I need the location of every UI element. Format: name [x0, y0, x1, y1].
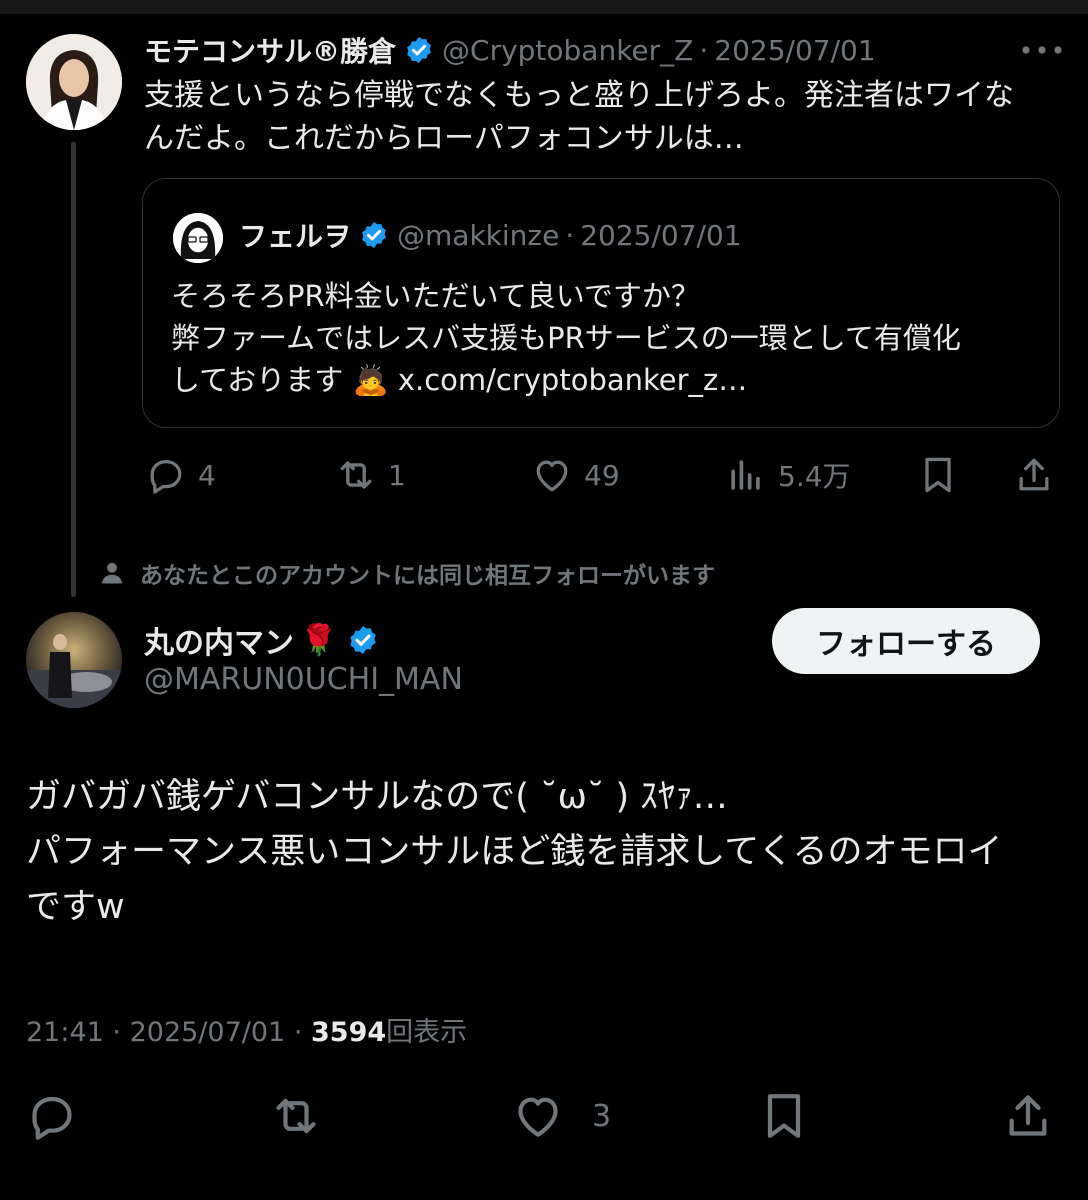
retweet-count: 1 [388, 458, 406, 492]
separator-dot: · [565, 218, 575, 252]
person-icon [102, 562, 122, 584]
main-text-line: パフォーマンス悪いコンサルほど銭を請求してくるのオモロイ [26, 832, 1003, 872]
heart-icon [518, 1097, 558, 1137]
parent-action-bar: 4 1 49 5.4万 [144, 450, 1064, 500]
separator-dot: · [699, 33, 709, 67]
quote-link[interactable]: x.com/cryptobanker_z… [398, 363, 747, 397]
mutual-follow-context: あなたとこのアカウントには同じ相互フォローがいます [98, 556, 715, 590]
follow-button[interactable]: フォローする [772, 608, 1040, 674]
reply-icon [32, 1096, 72, 1140]
parent-date[interactable]: 2025/07/01 [714, 34, 875, 67]
views-button[interactable]: 5.4万 [724, 450, 851, 500]
tweet-view-count: 3594 [311, 1017, 387, 1048]
like-count: 49 [584, 458, 620, 492]
tweet-view-label: 回表示 [386, 1017, 468, 1048]
main-avatar[interactable] [26, 612, 122, 708]
bowing-emoji: 🙇 [352, 363, 389, 397]
parent-text-line: 支援というなら停戦でなくもっと盛り上げろよ。発注者はワイな [144, 78, 1014, 113]
main-tweet-text: ガバガバ銭ゲバコンサルなので( ˘ω˘ ) ｽﾔｧ… パフォーマンス悪いコンサル… [26, 770, 1066, 935]
retweet-icon [276, 1098, 316, 1134]
verified-badge-icon [362, 221, 386, 249]
retweet-icon [340, 461, 372, 489]
verified-badge-icon [407, 36, 431, 64]
parent-header: モテコンサル®勝倉 @Cryptobanker_Z · 2025/07/01 [144, 30, 876, 70]
parent-handle[interactable]: @Cryptobanker_Z [442, 34, 693, 67]
quote-text-line: そろそろPR料金いただいて良いですか？ [171, 279, 700, 313]
quote-text-line: 弊ファームではレスバ支援もPRサービスの一環として有償化 [171, 321, 961, 355]
main-display-name[interactable]: 丸の内マン [144, 618, 294, 662]
quote-handle: @makkinze [397, 218, 560, 252]
quote-avatar [173, 213, 223, 263]
parent-avatar[interactable] [26, 34, 122, 130]
bookmark-button[interactable] [916, 450, 970, 500]
parent-text: 支援というなら停戦でなくもっと盛り上げろよ。発注者はワイな んだよ。これだからロ… [144, 74, 1064, 160]
quote-display-name: フェルヲ [239, 220, 352, 253]
main-action-bar: 3 [0, 1084, 1088, 1148]
main-text-line: ですw [26, 887, 125, 927]
views-icon [731, 460, 760, 490]
tweet-time[interactable]: 21:41 [26, 1017, 104, 1048]
like-button[interactable]: 3 [510, 1084, 611, 1148]
quote-text: そろそろPR料金いただいて良いですか？ 弊ファームではレスバ支援もPRサービスの… [171, 275, 1051, 401]
share-button[interactable] [1012, 450, 1066, 500]
share-icon [1019, 458, 1049, 491]
tweet-date[interactable]: 2025/07/01 [130, 1017, 286, 1048]
view-count: 5.4万 [778, 460, 851, 493]
bookmark-icon [925, 457, 951, 493]
parent-display-name[interactable]: モテコンサル®勝倉 [144, 30, 396, 70]
retweet-button[interactable]: 1 [334, 450, 406, 500]
quote-header: フェルヲ @makkinze · 2025/07/01 [239, 215, 742, 255]
status-bar-strip [0, 0, 1088, 14]
reply-icon [150, 459, 182, 494]
rose-emoji: 🌹 [300, 622, 338, 658]
main-text-line: ガバガバ銭ゲバコンサルなので( ˘ω˘ ) ｽﾔｧ… [26, 777, 728, 817]
bookmark-button[interactable] [756, 1084, 812, 1148]
quote-text-line: しております 🙇 x.com/cryptobanker_z… [171, 359, 1051, 401]
bookmark-icon [767, 1094, 801, 1138]
parent-text-line: んだよ。これだからローパフォコンサルは… [144, 121, 744, 156]
quote-date: 2025/07/01 [580, 218, 742, 252]
share-icon [1009, 1095, 1047, 1136]
context-text: あなたとこのアカウントには同じ相互フォローがいます [140, 563, 715, 589]
heart-icon [536, 460, 568, 492]
main-handle[interactable]: @MARUN0UCHI_MAN [144, 662, 463, 697]
main-name-row: 丸の内マン 🌹 [144, 618, 387, 662]
quoted-tweet-card[interactable]: フェルヲ @makkinze · 2025/07/01 そろそろPR料金いただい… [142, 178, 1060, 428]
share-button[interactable] [1000, 1084, 1056, 1148]
reply-button[interactable]: 4 [144, 450, 216, 500]
reply-button[interactable] [24, 1084, 80, 1148]
separator-dot: · [293, 1017, 303, 1048]
more-options-icon[interactable] [1018, 36, 1066, 64]
tweet-meta: 21:41 · 2025/07/01 · 3594回表示 [26, 1010, 467, 1049]
reply-count: 4 [198, 458, 216, 492]
separator-dot: · [112, 1017, 121, 1048]
verified-badge-icon [350, 626, 377, 654]
like-count: 3 [592, 1098, 612, 1134]
thread-line [71, 142, 76, 597]
quote-text-segment: しております [171, 363, 344, 397]
retweet-button[interactable] [268, 1084, 324, 1148]
like-button[interactable]: 49 [530, 450, 620, 500]
